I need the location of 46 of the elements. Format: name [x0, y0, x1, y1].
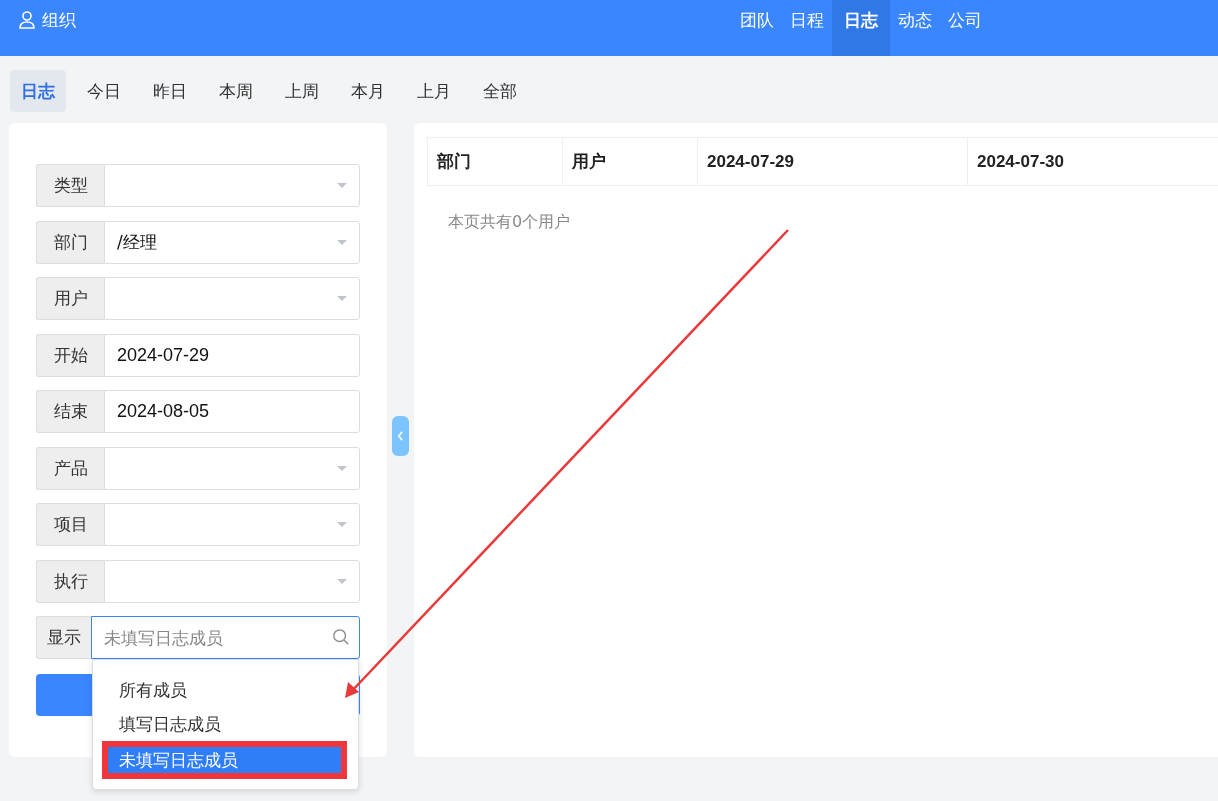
period-tab[interactable]: 日志	[10, 70, 66, 112]
date-field[interactable]: 2024-07-29	[104, 333, 360, 377]
period-tab[interactable]: 上周	[274, 70, 330, 112]
search-select-field[interactable]: 未填写日志成员	[91, 616, 360, 659]
period-tab[interactable]: 上月	[406, 70, 462, 112]
period-tab[interactable]: 全部	[472, 70, 528, 112]
user-icon	[18, 10, 38, 30]
dropdown-option[interactable]: 所有成员	[93, 673, 358, 707]
field-label: 开始	[36, 333, 104, 377]
caret-icon	[337, 183, 347, 188]
select-field[interactable]: /经理	[104, 220, 360, 264]
field-label: 项目	[36, 503, 104, 546]
field-label: 产品	[36, 446, 104, 490]
column-header: 用户	[563, 138, 698, 185]
field-label: 显示	[36, 616, 91, 659]
select-field[interactable]	[104, 277, 360, 320]
period-tab[interactable]: 昨日	[142, 70, 198, 112]
period-tab[interactable]: 今日	[76, 70, 132, 112]
select-field[interactable]	[104, 559, 360, 603]
caret-icon	[337, 239, 347, 245]
date-field[interactable]: 2024-08-05	[104, 390, 360, 433]
field-label: 部门	[36, 220, 104, 264]
caret-icon	[337, 465, 347, 471]
nav-link[interactable]: 日志	[832, 0, 890, 56]
select-field[interactable]	[104, 446, 360, 490]
collapse-handle[interactable]	[392, 416, 409, 456]
dropdown-option[interactable]: 未填写日志成员	[108, 747, 341, 773]
caret-icon	[337, 522, 347, 527]
column-header: 2024-07-30	[976, 150, 1065, 173]
empty-message: 本页共有0个用户	[448, 212, 572, 233]
field-label: 结束	[36, 390, 104, 433]
field-label: 用户	[36, 277, 104, 320]
field-label: 执行	[36, 559, 104, 603]
period-tab[interactable]: 本周	[208, 70, 264, 112]
column-header: 部门	[428, 138, 563, 185]
search-icon	[332, 628, 350, 646]
period-tab[interactable]: 本月	[340, 70, 396, 112]
caret-icon	[337, 578, 347, 584]
column-header: 2024-07-29	[698, 138, 968, 185]
caret-icon	[337, 296, 347, 301]
brand-label: 组织	[42, 8, 76, 32]
chevron-left-icon	[397, 431, 404, 441]
select-field[interactable]	[104, 503, 360, 546]
select-field[interactable]	[104, 164, 360, 207]
field-label: 类型	[36, 164, 104, 207]
dropdown-option[interactable]: 填写日志成员	[93, 707, 358, 741]
